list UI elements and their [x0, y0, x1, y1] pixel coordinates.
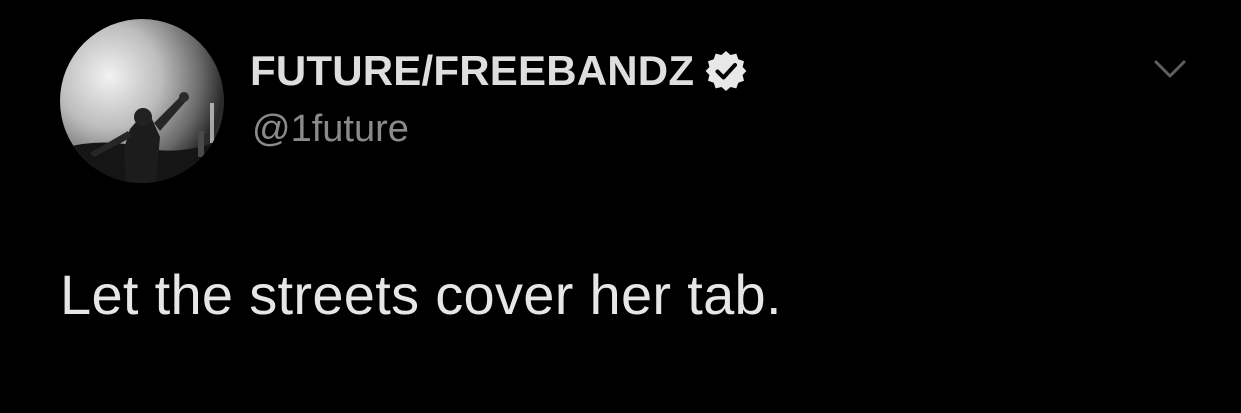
chevron-down-icon[interactable] [1150, 52, 1190, 86]
tweet-text: Let the streets cover her tab. [60, 263, 782, 326]
author-name-row: FUTURE/FREEBANDZ [250, 46, 748, 96]
author-display-name[interactable]: FUTURE/FREEBANDZ [250, 47, 694, 95]
author-avatar[interactable] [60, 19, 224, 183]
profile-photo-icon [60, 19, 224, 183]
tweet-card: FUTURE/FREEBANDZ @1future Let the street… [0, 0, 1241, 413]
verified-badge-icon [704, 49, 748, 93]
author-handle[interactable]: @1future [252, 108, 409, 151]
